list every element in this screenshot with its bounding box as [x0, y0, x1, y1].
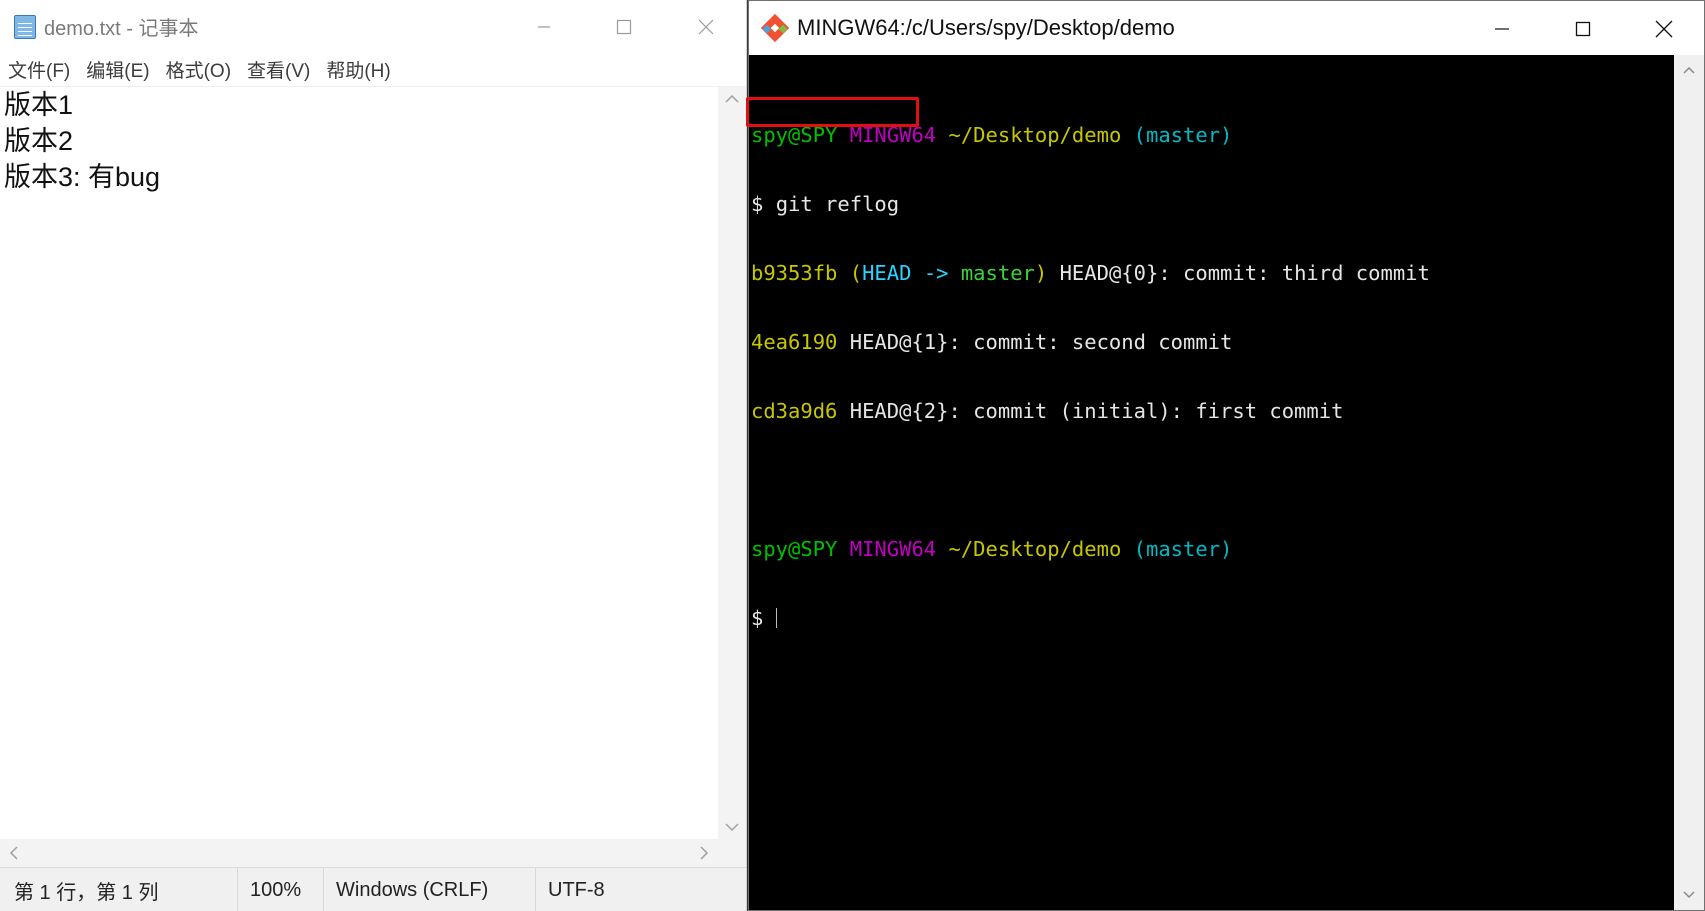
cursor-position: 第 1 行，第 1 列: [0, 868, 238, 911]
close-button[interactable]: [676, 6, 736, 48]
ref-head: HEAD: [862, 261, 912, 285]
menu-view[interactable]: 查看(V): [239, 56, 318, 83]
notepad-icon: [14, 14, 36, 39]
prompt-path: ~/Desktop/demo: [948, 123, 1122, 147]
close-button[interactable]: [1631, 7, 1697, 51]
chevron-down-icon[interactable]: [724, 821, 740, 833]
zoom-level: 100%: [238, 868, 324, 911]
chevron-up-icon[interactable]: [1682, 65, 1696, 75]
gitbash-window: MINGW64:/c/Users/spy/Desktop/demo spy@SP…: [748, 0, 1705, 911]
menu-file[interactable]: 文件(F): [0, 56, 78, 83]
gitbash-titlebar[interactable]: MINGW64:/c/Users/spy/Desktop/demo: [749, 1, 1704, 55]
encoding: UTF-8: [548, 878, 605, 901]
input-line[interactable]: $: [749, 607, 1674, 630]
notepad-titlebar[interactable]: demo.txt - 记事本: [0, 0, 746, 53]
chevron-up-icon[interactable]: [724, 93, 740, 105]
scrollbar-corner: [718, 839, 746, 867]
command-line: $ git reflog: [749, 193, 1674, 216]
prompt-branch: (master): [1133, 537, 1233, 561]
terminal-output[interactable]: spy@SPY MINGW64 ~/Desktop/demo (master) …: [749, 55, 1674, 910]
horizontal-scrollbar[interactable]: [0, 839, 718, 867]
reflog-message: HEAD@{1}: commit: second commit: [837, 330, 1233, 354]
chevron-down-icon[interactable]: [1682, 890, 1696, 900]
chevron-right-icon[interactable]: [698, 845, 710, 861]
notepad-statusbar: 第 1 行，第 1 列 100% Windows (CRLF) UTF-8: [0, 867, 746, 911]
commit-hash: b9353fb: [751, 261, 838, 285]
text-line: 版本2: [4, 126, 74, 156]
reflog-entry: cd3a9d6 HEAD@{2}: commit (initial): firs…: [749, 400, 1674, 423]
notepad-text-area[interactable]: 版本1 版本2 版本3: 有bug: [0, 87, 718, 839]
close-icon: [698, 19, 714, 35]
chevron-left-icon[interactable]: [8, 845, 20, 861]
commit-hash: 4ea6190: [751, 330, 838, 354]
notepad-window: demo.txt - 记事本 文件(F) 编辑(E) 格式(O) 查看(V) 帮…: [0, 0, 747, 911]
ref-paren-close: ): [1034, 261, 1048, 285]
menu-edit[interactable]: 编辑(E): [78, 56, 157, 83]
minimize-icon: [538, 26, 550, 28]
maximize-icon: [1575, 21, 1591, 37]
minimize-button[interactable]: [514, 6, 574, 48]
terminal-scrollbar[interactable]: [1674, 55, 1704, 910]
vertical-scrollbar[interactable]: [718, 87, 746, 839]
ref-branch: master: [960, 261, 1035, 285]
prompt-user: spy@SPY: [751, 537, 838, 561]
prompt-symbol: $: [751, 192, 764, 216]
ref-paren-open: (: [849, 261, 863, 285]
ref-arrow: ->: [923, 261, 949, 285]
maximize-button[interactable]: [594, 6, 654, 48]
close-icon: [1655, 20, 1673, 38]
text-cursor: [775, 608, 777, 628]
prompt-user: spy@SPY: [751, 123, 838, 147]
text-line: 版本1: [4, 90, 74, 120]
notepad-title: demo.txt - 记事本: [44, 18, 199, 40]
git-diamond-icon: [761, 14, 789, 42]
line-ending: Windows (CRLF): [324, 868, 536, 911]
text-line: 版本3: 有bug: [4, 162, 161, 192]
menu-format[interactable]: 格式(O): [158, 56, 239, 83]
commit-hash: cd3a9d6: [751, 399, 838, 423]
prompt-symbol: $: [751, 606, 764, 630]
prompt-env: MINGW64: [849, 537, 937, 561]
prompt-line: spy@SPY MINGW64 ~/Desktop/demo (master): [749, 124, 1674, 147]
prompt-path: ~/Desktop/demo: [948, 537, 1122, 561]
maximize-icon: [616, 19, 632, 35]
command-text: git reflog: [775, 192, 900, 216]
minimize-button[interactable]: [1469, 7, 1535, 51]
prompt-line: spy@SPY MINGW64 ~/Desktop/demo (master): [749, 538, 1674, 561]
reflog-entry: b9353fb (HEAD -> master) HEAD@{0}: commi…: [749, 262, 1674, 285]
prompt-branch: (master): [1133, 123, 1233, 147]
reflog-message: HEAD@{2}: commit (initial): first commit: [837, 399, 1344, 423]
menu-help[interactable]: 帮助(H): [318, 56, 398, 83]
maximize-button[interactable]: [1550, 7, 1616, 51]
notepad-menubar: 文件(F) 编辑(E) 格式(O) 查看(V) 帮助(H): [0, 53, 746, 87]
reflog-message: HEAD@{0}: commit: third commit: [1047, 261, 1430, 285]
reflog-entry: 4ea6190 HEAD@{1}: commit: second commit: [749, 331, 1674, 354]
gitbash-title: MINGW64:/c/Users/spy/Desktop/demo: [797, 15, 1175, 40]
minimize-icon: [1495, 28, 1509, 30]
prompt-env: MINGW64: [849, 123, 937, 147]
